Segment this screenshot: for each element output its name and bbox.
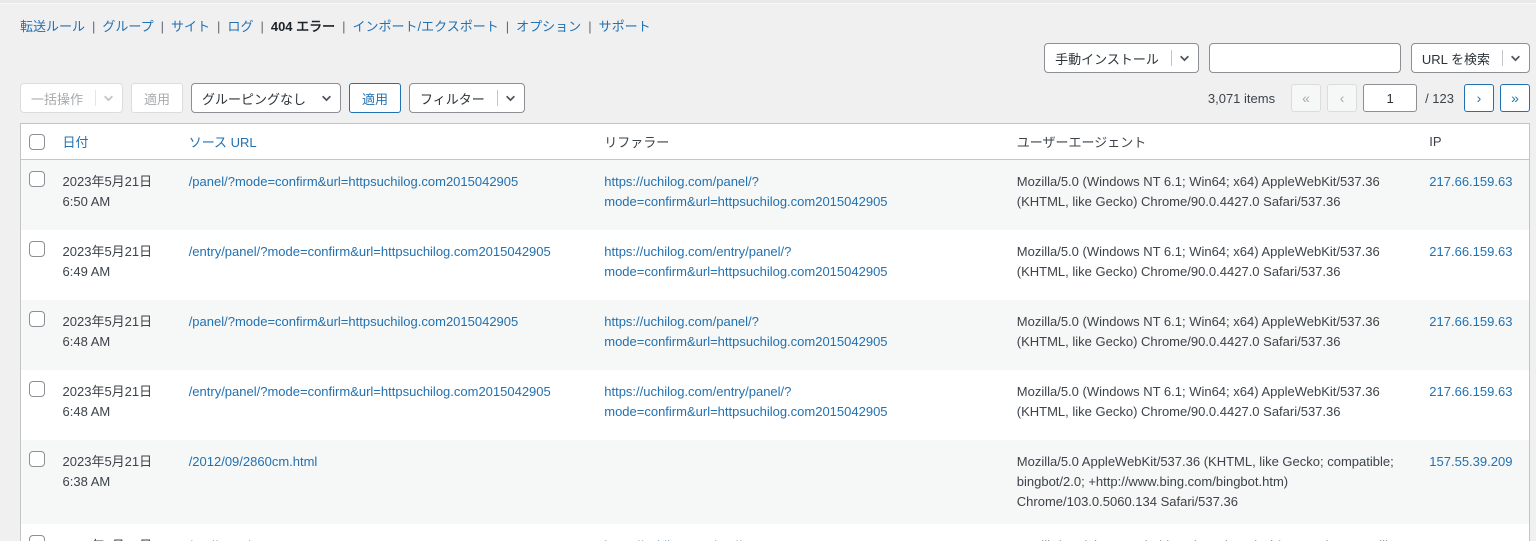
date-cell: 2023年5月21日 6:48 AM [62,313,153,349]
nav-separator: | [260,19,264,34]
table-toolbar: 一括操作 適用 グルーピングなし 適用 フィルター 3,071 items « … [20,83,1530,114]
source-url-link[interactable]: /2012/09/2860cm.html [189,454,318,469]
ip-link[interactable]: 217.66.159.63 [1429,244,1512,259]
bulk-actions-value: 一括操作 [31,91,84,107]
user-agent-cell: Mozilla/5.0 (Windows NT 6.1; Win64; x64)… [1016,243,1380,279]
404-log-table: 日付 ソース URL リファラー ユーザーエージェント IP 2023年5月21… [20,123,1530,541]
table-row: 2023年5月21日 6:48 AM /panel/?​mode=confirm&… [20,299,1530,370]
top-search-controls: 手動インストール URL を検索 [20,42,1530,74]
install-select[interactable]: 手動インストール [1044,43,1199,74]
nav-separator: | [588,19,592,34]
select-divider [1502,50,1503,67]
row-checkbox[interactable] [29,240,45,257]
top-divider [0,0,1536,4]
select-divider [95,90,97,107]
nav-item-site[interactable]: サイト [171,19,210,34]
filter-apply-button[interactable]: 適用 [349,83,402,114]
pagination: 3,071 items « ‹ / 123 › » [1207,84,1530,113]
next-page-button[interactable]: › [1464,84,1494,113]
row-checkbox[interactable] [29,310,45,327]
nav-item-404-errors-current: 404 エラー [270,19,336,34]
chevron-down-icon [103,93,114,104]
source-url-link[interactable]: /entry/panel/?​mode=confirm&url=httpsuch… [189,244,551,259]
current-page-input[interactable] [1363,84,1418,113]
column-header-user-agent: ユーザーエージェント [1006,123,1420,161]
select-divider [496,90,498,107]
date-cell: 2023年5月21日 6:50 AM [62,174,153,210]
table-header-row: 日付 ソース URL リファラー ユーザーエージェント IP [20,123,1530,161]
chevron-down-icon [1510,53,1521,64]
referrer-link[interactable]: https://uchilog.com/panel/?​mode=confirm… [604,314,887,349]
source-url-link[interactable]: /entry/panel/?​mode=confirm&url=httpsuch… [189,384,551,399]
filter-select[interactable]: フィルター [409,83,525,114]
nav-separator: | [342,19,346,34]
filter-select-value: フィルター [420,91,485,107]
table-row: 2023年5月21日6:30 AM /tag//page/2 https://u… [20,524,1530,541]
referrer-link[interactable]: https://uchilog.com/panel/?​mode=confirm… [604,174,887,209]
table-row: 2023年5月21日 6:48 AM /entry/panel/?​mode=co… [20,369,1530,440]
user-agent-cell: Mozilla/5.0 (Windows NT 6.1; Win64; x64)… [1016,313,1380,349]
source-url-link[interactable]: /panel/?​mode=confirm&url=httpsuchilog.c… [189,174,519,189]
chevron-down-icon [505,93,516,104]
plugin-subnav: 転送ルール | グループ | サイト | ログ | 404 エラー | インポート/エクスポート | オ… [20,18,1530,36]
table-row: 2023年5月21日 6:49 AM /entry/panel/?​mode=co… [20,229,1530,300]
prev-page-button: ‹ [1327,84,1358,113]
install-select-value: 手動インストール [1055,51,1159,67]
row-checkbox[interactable] [29,535,45,541]
user-agent-cell: Mozilla/5.0 AppleWebKit/537.36 (KHTML, l… [1016,453,1394,509]
total-pages: / 123 [1425,90,1454,106]
nav-separator: | [505,19,510,34]
source-url-link[interactable]: /panel/?​mode=confirm&url=httpsuchilog.c… [189,314,519,329]
row-checkbox[interactable] [29,450,45,467]
nav-item-import-export[interactable]: インポート/エクスポート [353,19,499,34]
nav-separator: | [217,19,221,34]
nav-item-support[interactable]: サポート [599,19,651,34]
ip-link[interactable]: 217.66.159.63 [1429,314,1512,329]
nav-item-redirects[interactable]: 転送ルール [20,19,85,34]
items-count: 3,071 items [1207,90,1276,106]
first-page-button: « [1291,84,1322,113]
chevron-down-icon [321,93,332,104]
user-agent-cell: Mozilla/5.0 (Windows NT 6.1; Win64; x64)… [1016,383,1380,419]
column-header-ip: IP [1419,123,1530,161]
table-row: 2023年5月21日 6:38 AM /2012/09/2860cm.html M… [20,439,1530,525]
ip-link[interactable]: 217.66.159.63 [1429,384,1512,399]
404-error-log-page: 転送ルール | グループ | サイト | ログ | 404 エラー | インポート/エクスポート | オ… [0,18,1536,541]
grouping-select-value: グルーピングなし [202,91,307,107]
search-scope-value: URL を検索 [1421,51,1490,67]
search-input[interactable] [1208,43,1401,74]
date-cell: 2023年5月21日 6:38 AM [62,453,153,489]
column-header-referrer: リファラー [594,123,1007,161]
row-checkbox[interactable] [29,380,45,397]
row-checkbox[interactable] [29,171,45,188]
select-divider [1170,50,1172,67]
nav-item-groups[interactable]: グループ [102,19,153,34]
referrer-link[interactable]: https://uchilog.com/entry/panel/?​mode=c… [604,244,887,279]
column-header-source-url[interactable]: ソース URL [178,123,595,161]
nav-item-options[interactable]: オプション [516,19,581,34]
grouping-select[interactable]: グルーピングなし [191,83,342,114]
bulk-apply-button-disabled: 適用 [131,83,184,114]
date-cell: 2023年5月21日 6:48 AM [62,383,153,419]
nav-item-log[interactable]: ログ [227,19,253,34]
date-cell: 2023年5月21日6:30 AM [53,524,179,541]
bulk-actions-select: 一括操作 [20,83,124,114]
referrer-link[interactable]: https://uchilog.com/entry/panel/?​mode=c… [604,384,887,419]
ip-link[interactable]: 217.66.159.63 [1429,174,1512,189]
select-all-checkbox[interactable] [29,134,45,151]
last-page-button[interactable]: » [1500,84,1530,113]
search-scope-select[interactable]: URL を検索 [1410,43,1530,74]
user-agent-cell: Mozilla/5.0 (Windows NT 6.1; Win64; x64)… [1016,174,1380,210]
ip-link[interactable]: 157.55.39.209 [1429,454,1512,469]
table-row: 2023年5月21日 6:50 AM /panel/?​mode=confirm&… [20,159,1530,230]
nav-separator: | [92,19,96,34]
nav-separator: | [160,19,165,34]
column-header-date[interactable]: 日付 [52,123,179,161]
user-agent-cell: Mozilla/5.0 (Linux; Android 7.0;) AppleW… [1007,524,1420,541]
chevron-down-icon [1179,53,1190,64]
date-cell: 2023年5月21日 6:49 AM [62,243,153,279]
